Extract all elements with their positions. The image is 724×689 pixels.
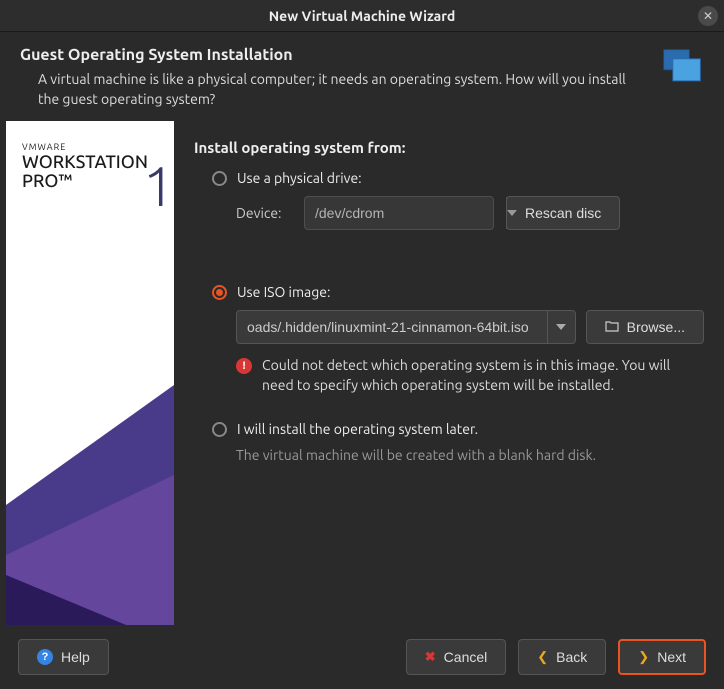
folder-icon xyxy=(605,320,619,335)
browse-button[interactable]: Browse... xyxy=(586,310,704,344)
radio-iso-image[interactable]: Use ISO image: xyxy=(194,284,704,300)
chevron-down-icon[interactable] xyxy=(506,197,517,229)
radio-label-later: I will install the operating system late… xyxy=(237,421,478,437)
cancel-button[interactable]: ✖ Cancel xyxy=(406,639,507,675)
sidebar-triangle-graphic xyxy=(6,345,174,625)
radio-label-physical: Use a physical drive: xyxy=(237,170,362,186)
rescan-disc-button[interactable]: Rescan disc xyxy=(506,196,620,230)
iso-warning-text: Could not detect which operating system … xyxy=(262,356,704,395)
sidebar-graphic: VMWARE WORKSTATION PRO™ 16 xyxy=(6,121,174,625)
wizard-body: VMWARE WORKSTATION PRO™ 16 Install opera… xyxy=(0,121,724,625)
radio-icon xyxy=(212,171,227,186)
device-input[interactable] xyxy=(305,197,506,229)
radio-install-later[interactable]: I will install the operating system late… xyxy=(194,421,704,437)
physical-device-row: Device: Rescan disc xyxy=(194,196,704,230)
chevron-down-icon[interactable] xyxy=(547,311,575,343)
help-button[interactable]: ? Help xyxy=(18,639,109,675)
iso-path-input[interactable] xyxy=(237,311,547,343)
section-title: Install operating system from: xyxy=(194,139,704,156)
vm-monitors-icon xyxy=(660,46,704,93)
chevron-left-icon: ❮ xyxy=(537,649,548,665)
page-title: Guest Operating System Installation xyxy=(20,46,644,64)
radio-label-iso: Use ISO image: xyxy=(237,284,330,300)
radio-physical-drive[interactable]: Use a physical drive: xyxy=(194,170,704,186)
header-text: Guest Operating System Installation A vi… xyxy=(20,46,644,109)
iso-path-combo[interactable] xyxy=(236,310,576,344)
install-later-hint: The virtual machine will be created with… xyxy=(194,447,704,463)
close-icon: ✕ xyxy=(703,9,713,23)
warning-icon: ! xyxy=(236,358,252,374)
wizard-header: Guest Operating System Installation A vi… xyxy=(0,32,724,121)
close-button[interactable]: ✕ xyxy=(698,6,718,26)
wizard-content: Install operating system from: Use a phy… xyxy=(174,121,724,625)
chevron-right-icon: ❯ xyxy=(638,649,649,665)
iso-path-row: Browse... xyxy=(194,310,704,344)
next-button[interactable]: ❯ Next xyxy=(618,639,706,675)
wizard-footer: ? Help ✖ Cancel ❮ Back ❯ Next xyxy=(0,625,724,689)
page-subtitle: A virtual machine is like a physical com… xyxy=(20,70,644,109)
help-icon: ? xyxy=(37,649,53,665)
vmware-logo: VMWARE WORKSTATION PRO™ 16 xyxy=(22,143,148,190)
device-combo[interactable] xyxy=(304,196,494,230)
window-title: New Virtual Machine Wizard xyxy=(269,8,456,24)
titlebar: New Virtual Machine Wizard ✕ xyxy=(0,0,724,32)
iso-warning-row: ! Could not detect which operating syste… xyxy=(194,356,704,395)
device-label: Device: xyxy=(236,205,292,221)
radio-icon-selected xyxy=(212,285,227,300)
radio-icon xyxy=(212,422,227,437)
cancel-icon: ✖ xyxy=(425,649,436,665)
back-button[interactable]: ❮ Back xyxy=(518,639,606,675)
